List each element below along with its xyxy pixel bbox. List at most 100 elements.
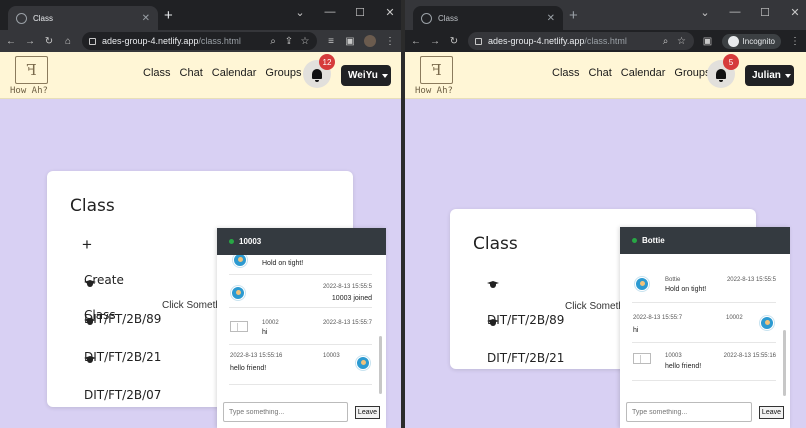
forward-icon[interactable]: → <box>25 36 35 47</box>
incognito-indicator[interactable]: Incognito <box>721 33 781 49</box>
leave-button[interactable]: Leave <box>354 405 380 419</box>
class-item[interactable]: DIT/FT/2B/89 <box>84 312 161 326</box>
add-class-icon[interactable]: + <box>82 235 92 255</box>
browser-window-right: Class ✕ + ⌄ — ☐ ✕ ← → ↻ ades-group-4.net… <box>405 0 806 428</box>
class-item[interactable]: DIT/FT/2B/07 <box>84 388 161 402</box>
chat-message: 2022-8-13 15:55:5 10003 joined <box>229 275 372 308</box>
user-name: WeiYu <box>348 70 378 81</box>
class-item[interactable]: DIT/FT/2B/21 <box>487 351 564 365</box>
nav-calendar[interactable]: Calendar <box>212 67 257 79</box>
message-time: 2022-8-13 15:55:7 <box>633 315 683 321</box>
nav-class[interactable]: Class <box>552 67 580 79</box>
message-input[interactable] <box>223 402 348 422</box>
notification-badge: 12 <box>319 54 335 70</box>
tab-search-icon[interactable]: ⌄ <box>285 6 315 19</box>
new-tab-button[interactable]: + <box>164 8 173 24</box>
zoom-icon[interactable]: ⌕ <box>661 36 671 47</box>
user-dropdown[interactable]: WeiYu <box>341 65 391 86</box>
title-bar: Class ✕ + ⌄ — ☐ ✕ <box>0 0 401 30</box>
user-dropdown[interactable]: Julian <box>745 65 794 86</box>
bell-icon <box>716 69 726 82</box>
side-panel-icon[interactable]: ▣ <box>345 36 355 47</box>
graduation-cap-icon <box>487 281 499 289</box>
bot-avatar <box>635 277 649 291</box>
title-bar: Class ✕ + ⌄ — ☐ ✕ <box>405 0 806 30</box>
back-icon[interactable]: ← <box>6 36 16 47</box>
chat-scrollbar[interactable] <box>379 336 382 394</box>
site-navbar: ꟻ How Ah? Class Chat Calendar Groups 5 J… <box>405 52 806 99</box>
bookmark-star-icon[interactable]: ☆ <box>300 36 310 47</box>
zoom-icon[interactable]: ⌕ <box>268 36 278 47</box>
reload-icon[interactable]: ↻ <box>44 36 54 47</box>
caret-down-icon <box>381 73 388 78</box>
maximize-button[interactable]: ☐ <box>345 6 375 19</box>
menu-kebab-icon[interactable]: ⋮ <box>790 36 800 47</box>
nav-links: Class Chat Calendar Groups <box>143 67 301 79</box>
card-title: Class <box>70 196 115 216</box>
incognito-icon <box>727 35 739 47</box>
globe-icon <box>16 12 27 24</box>
nav-calendar[interactable]: Calendar <box>621 67 666 79</box>
close-window-button[interactable]: ✕ <box>375 6 401 19</box>
window-controls: ⌄ — ☐ ✕ <box>285 6 401 19</box>
back-icon[interactable]: ← <box>411 36 421 47</box>
address-bar[interactable]: ades-group-4.netlify.app/class.html ⌕ ☆ <box>468 32 694 50</box>
broken-avatar-icon <box>230 321 248 332</box>
side-panel-icon[interactable]: ▣ <box>703 36 713 47</box>
nav-groups[interactable]: Groups <box>265 67 301 79</box>
tab-title: Class <box>438 13 459 23</box>
nav-groups[interactable]: Groups <box>674 67 710 79</box>
chat-panel: 10003 Hold on tight! 2022-8-13 15:55:5 1… <box>217 228 386 428</box>
click-hint: Click Someth <box>162 300 221 311</box>
chat-panel: Bottie Bottie 2022-8-13 15:55:5 Hold on … <box>620 227 790 428</box>
graduation-cap-icon <box>84 280 96 288</box>
chat-message: Hold on tight! <box>229 255 372 275</box>
address-bar[interactable]: ades-group-4.netlify.app/class.html ⌕ ⇪ … <box>82 32 317 50</box>
notification-button[interactable]: 5 <box>707 54 739 88</box>
minimize-button[interactable]: — <box>720 6 750 19</box>
chat-message: 10002 2022-8-13 15:55:7 hi <box>229 308 372 345</box>
close-tab-icon[interactable]: ✕ <box>547 13 555 24</box>
tab-title: Class <box>33 13 54 23</box>
new-tab-button[interactable]: + <box>569 8 578 24</box>
message-sender: 10003 <box>323 353 340 359</box>
home-icon[interactable]: ⌂ <box>63 36 73 47</box>
message-sender: Bottie <box>665 277 681 283</box>
profile-avatar[interactable] <box>364 35 376 47</box>
menu-kebab-icon[interactable]: ⋮ <box>385 36 395 47</box>
bot-avatar <box>233 255 247 267</box>
maximize-button[interactable]: ☐ <box>750 6 780 19</box>
message-body: Hold on tight! <box>665 286 707 293</box>
media-icon[interactable]: ≡ <box>326 36 336 47</box>
nav-chat[interactable]: Chat <box>180 67 203 79</box>
nav-chat[interactable]: Chat <box>589 67 612 79</box>
nav-class[interactable]: Class <box>143 67 171 79</box>
browser-tab[interactable]: Class ✕ <box>413 6 563 30</box>
browser-tab[interactable]: Class ✕ <box>8 6 158 30</box>
chat-message: 2022-8-13 15:55:7 10002 hi <box>632 303 776 343</box>
incognito-label: Incognito <box>742 36 775 46</box>
tab-search-icon[interactable]: ⌄ <box>690 6 720 19</box>
notification-button[interactable]: 12 <box>303 54 335 88</box>
forward-icon[interactable]: → <box>430 36 440 47</box>
minimize-button[interactable]: — <box>315 6 345 19</box>
class-item[interactable]: DIT/FT/2B/89 <box>487 313 564 327</box>
close-window-button[interactable]: ✕ <box>780 6 806 19</box>
brand-logo[interactable]: ꟻ How Ah? <box>10 56 54 96</box>
url-host: ades-group-4.netlify.app <box>102 36 199 46</box>
url-host: ades-group-4.netlify.app <box>488 36 585 46</box>
browser-toolbar: ← → ↻ ades-group-4.netlify.app/class.htm… <box>405 30 806 52</box>
message-sender: 10002 <box>726 315 743 321</box>
chat-header: Bottie <box>620 227 790 254</box>
chat-scrollbar[interactable] <box>783 330 786 396</box>
brand-logo[interactable]: ꟻ How Ah? <box>415 56 459 96</box>
user-avatar <box>231 286 245 300</box>
message-input[interactable] <box>626 402 752 422</box>
close-tab-icon[interactable]: ✕ <box>142 13 150 24</box>
bookmark-star-icon[interactable]: ☆ <box>677 36 687 47</box>
share-icon[interactable]: ⇪ <box>284 36 294 47</box>
leave-button[interactable]: Leave <box>758 405 784 419</box>
reload-icon[interactable]: ↻ <box>449 36 459 47</box>
class-item[interactable]: DIT/FT/2B/21 <box>84 350 161 364</box>
message-body: Hold on tight! <box>262 260 304 267</box>
